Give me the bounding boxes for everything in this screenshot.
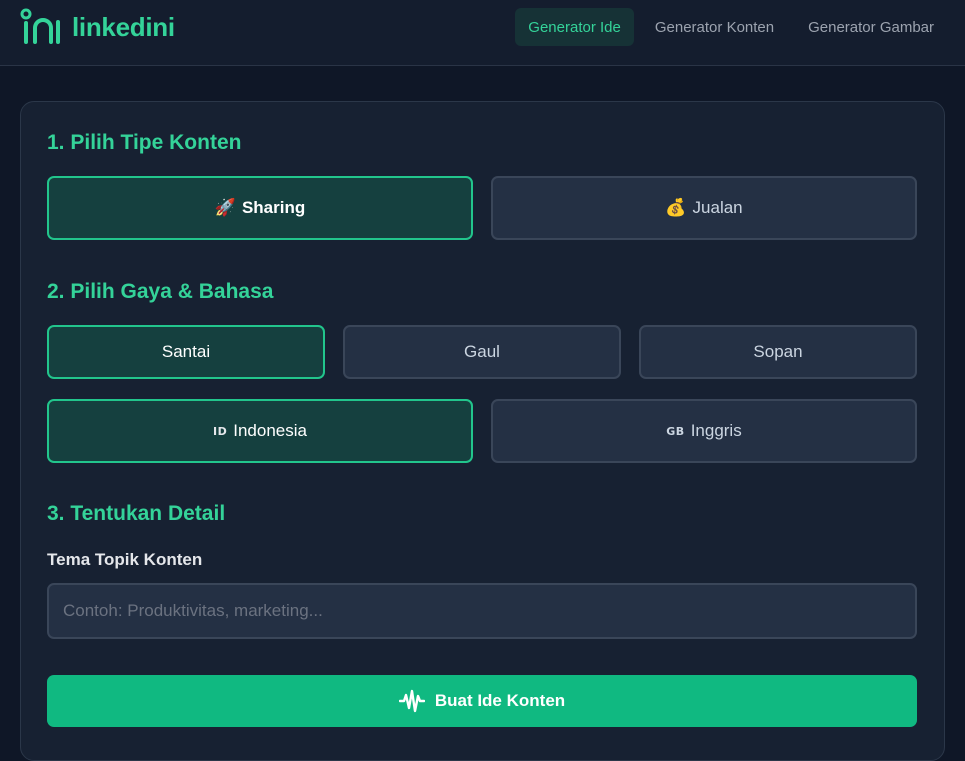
app-header: linkedini Generator Ide Generator Konten…: [0, 0, 965, 66]
nav-generator-konten[interactable]: Generator Konten: [642, 8, 787, 46]
style-gaul-button[interactable]: Gaul: [343, 325, 621, 379]
section-content-type-title: 1. Pilih Tipe Konten: [47, 131, 242, 154]
waveform-icon: [398, 689, 425, 713]
content-type-label: Sharing: [241, 198, 306, 217]
content-type-sharing-button[interactable]: 🚀 Sharing: [47, 176, 473, 240]
topic-input[interactable]: [47, 583, 917, 639]
rocket-icon: 🚀: [214, 198, 236, 217]
generator-card: 1. Pilih Tipe Konten 🚀 Sharing 💰 Jualan …: [20, 101, 945, 761]
top-nav: Generator Ide Generator Konten Generator…: [515, 8, 947, 46]
content-type-jualan-button[interactable]: 💰 Jualan: [491, 176, 917, 240]
flag-gb-icon: GB: [666, 424, 685, 438]
language-label: Indonesia: [233, 421, 307, 440]
generate-ideas-button[interactable]: Buat Ide Konten: [47, 675, 917, 727]
flag-id-icon: ID: [213, 424, 228, 438]
nav-generator-gambar[interactable]: Generator Gambar: [795, 8, 947, 46]
nav-generator-ide[interactable]: Generator Ide: [515, 8, 634, 46]
generate-button-label: Buat Ide Konten: [434, 691, 566, 710]
brand-name: linkedini: [72, 11, 175, 42]
style-label: Sopan: [753, 342, 803, 361]
brand-logo[interactable]: linkedini: [20, 8, 175, 46]
language-label: Inggris: [690, 421, 742, 440]
style-sopan-button[interactable]: Sopan: [639, 325, 917, 379]
style-santai-button[interactable]: Santai: [47, 325, 325, 379]
language-inggris-button[interactable]: GB Inggris: [491, 399, 917, 463]
style-label: Santai: [161, 342, 211, 361]
section-detail-title: 3. Tentukan Detail: [47, 502, 226, 525]
content-type-label: Jualan: [692, 198, 743, 217]
section-style-language-title: 2. Pilih Gaya & Bahasa: [47, 280, 274, 303]
language-indonesia-button[interactable]: ID Indonesia: [47, 399, 473, 463]
topic-label: Tema Topik Konten: [47, 550, 203, 569]
style-label: Gaul: [464, 342, 500, 361]
money-bag-icon: 💰: [665, 198, 687, 217]
in-logo-icon: [20, 8, 60, 44]
